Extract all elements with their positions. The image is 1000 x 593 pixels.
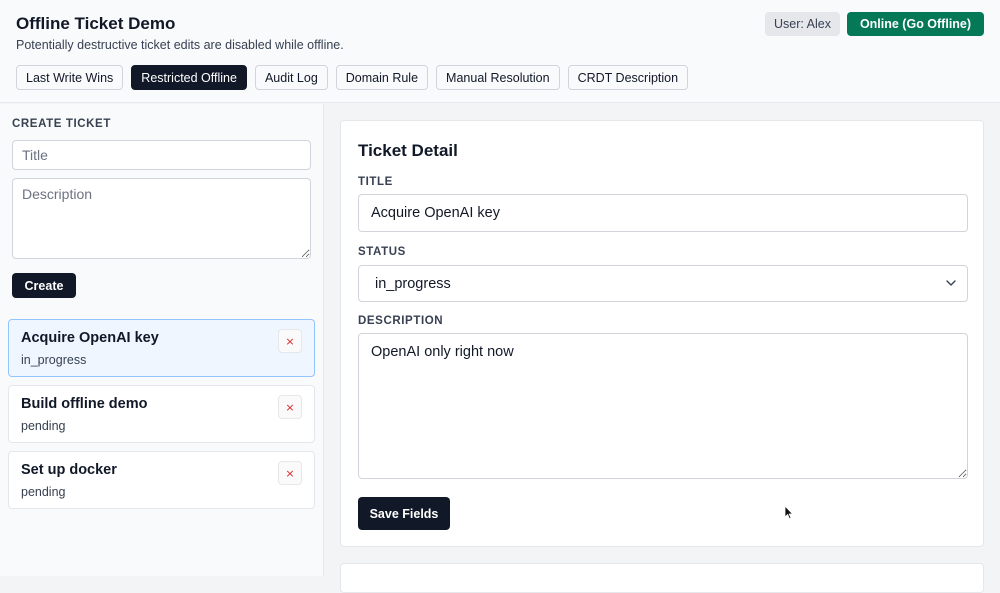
ticket-description-input[interactable]: OpenAI only right now (358, 333, 968, 479)
ticket-list-item[interactable]: Set up docker pending × (8, 451, 315, 509)
tab-manual-resolution[interactable]: Manual Resolution (436, 65, 560, 90)
go-offline-button[interactable]: Online (Go Offline) (847, 12, 984, 36)
ticket-detail-card: Ticket Detail TITLE STATUS in_progress D… (340, 120, 984, 547)
tab-last-write-wins[interactable]: Last Write Wins (16, 65, 124, 90)
ticket-title: Set up docker (21, 462, 117, 478)
sidebar: CREATE TICKET Create Acquire OpenAI key … (0, 104, 324, 576)
new-ticket-description-input[interactable] (12, 178, 311, 259)
delete-ticket-button[interactable]: × (278, 329, 302, 353)
user-badge: User: Alex (765, 12, 840, 36)
status-select[interactable]: in_progress (358, 265, 968, 302)
ticket-list-item[interactable]: Acquire OpenAI key in_progress × (8, 319, 315, 377)
tab-crdt-description[interactable]: CRDT Description (567, 65, 689, 90)
ticket-list: Acquire OpenAI key in_progress × Build o… (8, 319, 315, 517)
create-ticket-heading: CREATE TICKET (12, 118, 111, 130)
status-selected-value: in_progress (375, 275, 451, 292)
ticket-detail-heading: Ticket Detail (358, 141, 458, 160)
app-subtitle: Potentially destructive ticket edits are… (16, 38, 344, 52)
status-field-label: STATUS (358, 246, 406, 258)
app-header: Offline Ticket Demo Potentially destruct… (0, 0, 1000, 103)
close-icon: × (285, 466, 295, 480)
ticket-title: Build offline demo (21, 396, 148, 412)
secondary-card (340, 563, 984, 593)
tab-audit-log[interactable]: Audit Log (254, 65, 328, 90)
app-title: Offline Ticket Demo (16, 14, 176, 33)
title-field-label: TITLE (358, 176, 393, 188)
create-ticket-button[interactable]: Create (12, 273, 76, 298)
close-icon: × (285, 400, 295, 414)
main-panel: Ticket Detail TITLE STATUS in_progress D… (325, 104, 1000, 593)
delete-ticket-button[interactable]: × (278, 395, 302, 419)
mode-tabs: Last Write Wins Restricted Offline Audit… (16, 65, 689, 90)
tab-domain-rule[interactable]: Domain Rule (335, 65, 429, 90)
tab-restricted-offline[interactable]: Restricted Offline (131, 65, 247, 90)
ticket-list-item[interactable]: Build offline demo pending × (8, 385, 315, 443)
ticket-title: Acquire OpenAI key (21, 330, 159, 346)
ticket-title-input[interactable] (358, 194, 968, 232)
ticket-status: pending (21, 485, 66, 499)
delete-ticket-button[interactable]: × (278, 461, 302, 485)
close-icon: × (285, 334, 295, 348)
new-ticket-title-input[interactable] (12, 140, 311, 170)
description-field-label: DESCRIPTION (358, 315, 444, 327)
ticket-status: in_progress (21, 353, 87, 367)
chevron-down-icon (946, 280, 956, 286)
mouse-pointer-icon (784, 505, 794, 520)
save-fields-button[interactable]: Save Fields (358, 497, 450, 530)
ticket-status: pending (21, 419, 66, 433)
